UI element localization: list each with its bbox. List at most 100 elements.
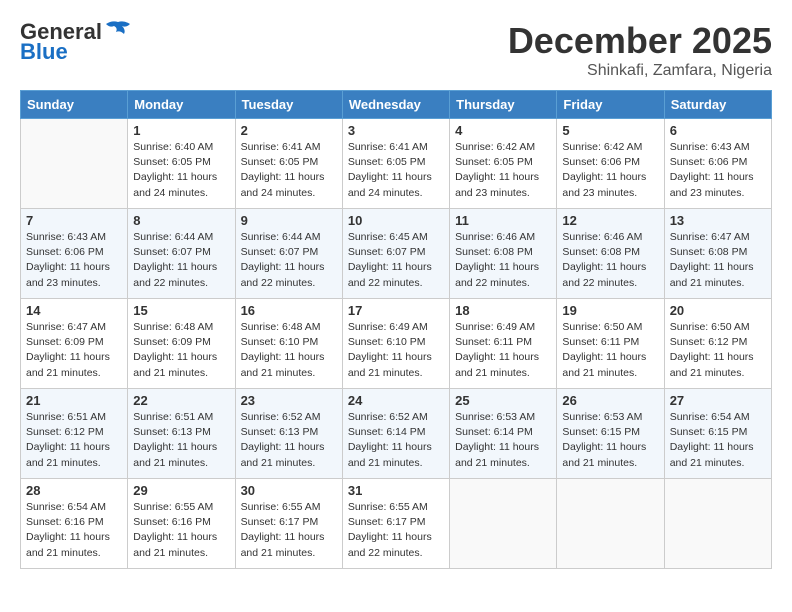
calendar-cell: 19 Sunrise: 6:50 AMSunset: 6:11 PMDayligh… — [557, 299, 664, 389]
logo: General Blue — [20, 20, 132, 64]
day-info: Sunrise: 6:50 AMSunset: 6:11 PMDaylight:… — [562, 320, 658, 381]
day-number: 21 — [26, 393, 122, 408]
location-subtitle: Shinkafi, Zamfara, Nigeria — [508, 62, 772, 80]
col-header-saturday: Saturday — [664, 91, 771, 119]
day-number: 27 — [670, 393, 766, 408]
calendar-cell: 12 Sunrise: 6:46 AMSunset: 6:08 PMDayligh… — [557, 209, 664, 299]
calendar-cell — [21, 119, 128, 209]
day-info: Sunrise: 6:54 AMSunset: 6:16 PMDaylight:… — [26, 500, 122, 561]
day-info: Sunrise: 6:48 AMSunset: 6:09 PMDaylight:… — [133, 320, 229, 381]
col-header-friday: Friday — [557, 91, 664, 119]
day-number: 1 — [133, 123, 229, 138]
calendar-cell: 31 Sunrise: 6:55 AMSunset: 6:17 PMDayligh… — [342, 479, 449, 569]
day-number: 5 — [562, 123, 658, 138]
day-info: Sunrise: 6:44 AMSunset: 6:07 PMDaylight:… — [241, 230, 337, 291]
day-number: 6 — [670, 123, 766, 138]
day-info: Sunrise: 6:49 AMSunset: 6:11 PMDaylight:… — [455, 320, 551, 381]
calendar-cell: 9 Sunrise: 6:44 AMSunset: 6:07 PMDaylight… — [235, 209, 342, 299]
day-number: 16 — [241, 303, 337, 318]
day-info: Sunrise: 6:46 AMSunset: 6:08 PMDaylight:… — [455, 230, 551, 291]
calendar-cell: 8Sunrise: 6:44 AMSunset: 6:07 PMDaylight… — [128, 209, 235, 299]
calendar-cell: 17Sunrise: 6:49 AMSunset: 6:10 PMDayligh… — [342, 299, 449, 389]
col-header-sunday: Sunday — [21, 91, 128, 119]
day-info: Sunrise: 6:41 AMSunset: 6:05 PMDaylight:… — [348, 140, 444, 201]
day-info: Sunrise: 6:42 AMSunset: 6:05 PMDaylight:… — [455, 140, 551, 201]
day-info: Sunrise: 6:48 AMSunset: 6:10 PMDaylight:… — [241, 320, 337, 381]
day-info: Sunrise: 6:55 AMSunset: 6:17 PMDaylight:… — [348, 500, 444, 561]
day-info: Sunrise: 6:43 AMSunset: 6:06 PMDaylight:… — [26, 230, 122, 291]
calendar-cell: 26 Sunrise: 6:53 AMSunset: 6:15 PMDayligh… — [557, 389, 664, 479]
calendar-cell: 2 Sunrise: 6:41 AMSunset: 6:05 PMDaylight… — [235, 119, 342, 209]
day-info: Sunrise: 6:53 AMSunset: 6:15 PMDaylight:… — [562, 410, 658, 471]
calendar-cell: 14 Sunrise: 6:47 AMSunset: 6:09 PMDayligh… — [21, 299, 128, 389]
day-number: 31 — [348, 483, 444, 498]
month-title: December 2025 — [508, 20, 772, 62]
logo-blue-text: Blue — [20, 40, 68, 64]
day-info: Sunrise: 6:55 AMSunset: 6:17 PMDaylight:… — [241, 500, 337, 561]
col-header-tuesday: Tuesday — [235, 91, 342, 119]
day-number: 4 — [455, 123, 551, 138]
day-info: Sunrise: 6:41 AMSunset: 6:05 PMDaylight:… — [241, 140, 337, 201]
day-number: 12 — [562, 213, 658, 228]
calendar-cell — [450, 479, 557, 569]
calendar-cell: 20Sunrise: 6:50 AMSunset: 6:12 PMDayligh… — [664, 299, 771, 389]
day-number: 13 — [670, 213, 766, 228]
calendar-header-row: SundayMondayTuesdayWednesdayThursdayFrid… — [21, 91, 772, 119]
calendar-week-row: 1Sunrise: 6:40 AMSunset: 6:05 PMDaylight… — [21, 119, 772, 209]
calendar-cell: 29 Sunrise: 6:55 AMSunset: 6:16 PMDayligh… — [128, 479, 235, 569]
day-info: Sunrise: 6:47 AMSunset: 6:09 PMDaylight:… — [26, 320, 122, 381]
day-number: 29 — [133, 483, 229, 498]
day-info: Sunrise: 6:52 AMSunset: 6:14 PMDaylight:… — [348, 410, 444, 471]
calendar-cell: 11 Sunrise: 6:46 AMSunset: 6:08 PMDayligh… — [450, 209, 557, 299]
col-header-wednesday: Wednesday — [342, 91, 449, 119]
calendar-cell: 1Sunrise: 6:40 AMSunset: 6:05 PMDaylight… — [128, 119, 235, 209]
calendar-cell: 23 Sunrise: 6:52 AMSunset: 6:13 PMDayligh… — [235, 389, 342, 479]
day-number: 25 — [455, 393, 551, 408]
calendar-cell: 22 Sunrise: 6:51 AMSunset: 6:13 PMDayligh… — [128, 389, 235, 479]
calendar-cell: 10Sunrise: 6:45 AMSunset: 6:07 PMDayligh… — [342, 209, 449, 299]
calendar-week-row: 14 Sunrise: 6:47 AMSunset: 6:09 PMDayligh… — [21, 299, 772, 389]
day-info: Sunrise: 6:46 AMSunset: 6:08 PMDaylight:… — [562, 230, 658, 291]
day-number: 20 — [670, 303, 766, 318]
logo-bird-icon — [104, 20, 132, 42]
day-number: 7 — [26, 213, 122, 228]
day-number: 26 — [562, 393, 658, 408]
calendar-table: SundayMondayTuesdayWednesdayThursdayFrid… — [20, 90, 772, 569]
col-header-monday: Monday — [128, 91, 235, 119]
day-info: Sunrise: 6:52 AMSunset: 6:13 PMDaylight:… — [241, 410, 337, 471]
day-number: 19 — [562, 303, 658, 318]
day-number: 14 — [26, 303, 122, 318]
calendar-week-row: 21Sunrise: 6:51 AMSunset: 6:12 PMDayligh… — [21, 389, 772, 479]
day-number: 24 — [348, 393, 444, 408]
calendar-cell: 21Sunrise: 6:51 AMSunset: 6:12 PMDayligh… — [21, 389, 128, 479]
day-number: 22 — [133, 393, 229, 408]
day-number: 11 — [455, 213, 551, 228]
calendar-cell: 16 Sunrise: 6:48 AMSunset: 6:10 PMDayligh… — [235, 299, 342, 389]
calendar-week-row: 7 Sunrise: 6:43 AMSunset: 6:06 PMDaylight… — [21, 209, 772, 299]
day-info: Sunrise: 6:54 AMSunset: 6:15 PMDaylight:… — [670, 410, 766, 471]
day-number: 9 — [241, 213, 337, 228]
calendar-cell: 25Sunrise: 6:53 AMSunset: 6:14 PMDayligh… — [450, 389, 557, 479]
day-number: 2 — [241, 123, 337, 138]
day-number: 23 — [241, 393, 337, 408]
day-info: Sunrise: 6:51 AMSunset: 6:13 PMDaylight:… — [133, 410, 229, 471]
day-number: 30 — [241, 483, 337, 498]
day-info: Sunrise: 6:55 AMSunset: 6:16 PMDaylight:… — [133, 500, 229, 561]
day-info: Sunrise: 6:42 AMSunset: 6:06 PMDaylight:… — [562, 140, 658, 201]
calendar-cell: 7 Sunrise: 6:43 AMSunset: 6:06 PMDaylight… — [21, 209, 128, 299]
calendar-cell: 6Sunrise: 6:43 AMSunset: 6:06 PMDaylight… — [664, 119, 771, 209]
page-header: General Blue December 2025 Shinkafi, Zam… — [20, 20, 772, 80]
calendar-cell: 3 Sunrise: 6:41 AMSunset: 6:05 PMDaylight… — [342, 119, 449, 209]
calendar-cell — [664, 479, 771, 569]
day-number: 3 — [348, 123, 444, 138]
day-info: Sunrise: 6:44 AMSunset: 6:07 PMDaylight:… — [133, 230, 229, 291]
calendar-cell — [557, 479, 664, 569]
calendar-cell: 24 Sunrise: 6:52 AMSunset: 6:14 PMDayligh… — [342, 389, 449, 479]
calendar-cell: 15 Sunrise: 6:48 AMSunset: 6:09 PMDayligh… — [128, 299, 235, 389]
day-number: 18 — [455, 303, 551, 318]
day-number: 15 — [133, 303, 229, 318]
calendar-cell: 27 Sunrise: 6:54 AMSunset: 6:15 PMDayligh… — [664, 389, 771, 479]
day-number: 17 — [348, 303, 444, 318]
calendar-cell: 4 Sunrise: 6:42 AMSunset: 6:05 PMDaylight… — [450, 119, 557, 209]
day-info: Sunrise: 6:47 AMSunset: 6:08 PMDaylight:… — [670, 230, 766, 291]
